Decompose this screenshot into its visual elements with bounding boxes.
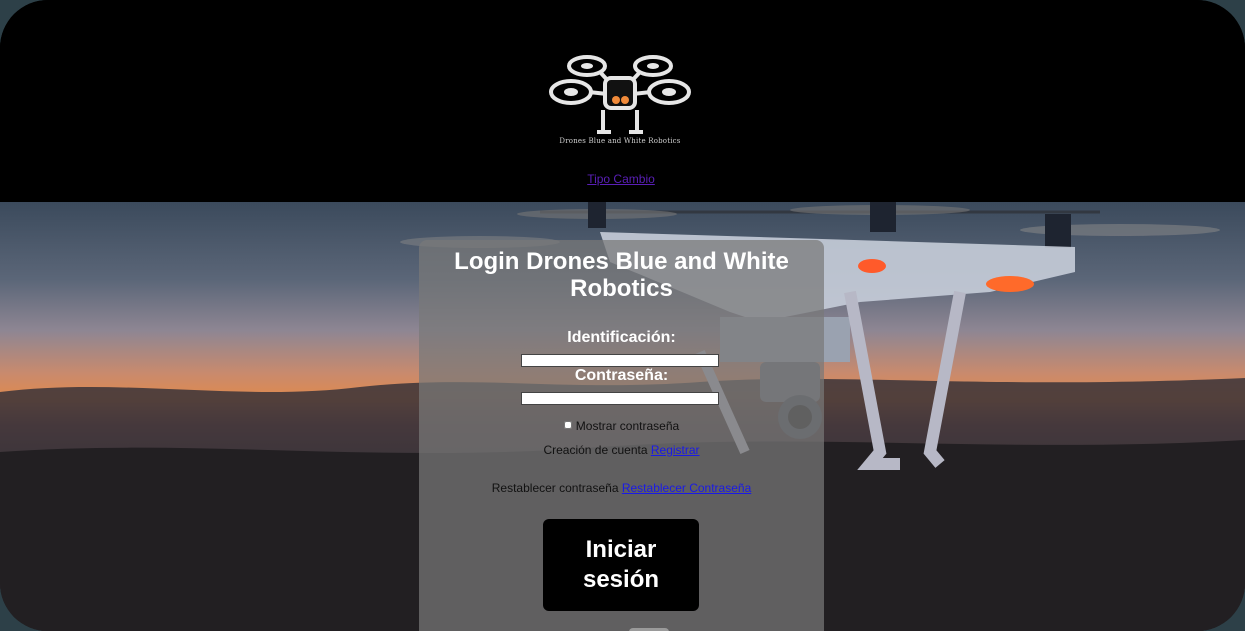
login-title: Login Drones Blue and White Robotics xyxy=(454,248,789,302)
reset-password-link[interactable]: Restablecer Contraseña xyxy=(622,481,751,495)
password-input[interactable] xyxy=(521,392,719,405)
password-label: Contraseña: xyxy=(574,367,669,384)
tipo-cambio-link[interactable]: Tipo Cambio xyxy=(0,172,1242,186)
partial-controls-icon xyxy=(629,628,669,631)
id-input[interactable] xyxy=(521,354,719,367)
register-link[interactable]: Registrar xyxy=(651,443,700,457)
create-account-row: Creación de cuenta Registrar xyxy=(419,443,824,457)
bottom-controls xyxy=(569,626,679,631)
login-panel: Login Drones Blue and White Robotics Ide… xyxy=(419,240,824,631)
reset-password-row: Restablecer contraseña Restablecer Contr… xyxy=(419,481,824,495)
header: Drones Blue and White Robotics Tipo Camb… xyxy=(0,0,1245,202)
reset-password-text: Restablecer contraseña xyxy=(491,481,619,495)
show-password-checkbox[interactable] xyxy=(563,421,572,429)
drone-logo-icon xyxy=(549,55,691,134)
page-frame: Drones Blue and White Robotics Tipo Camb… xyxy=(0,0,1245,631)
logo-text: Drones Blue and White Robotics xyxy=(559,137,681,145)
show-password-row: Mostrar contraseña xyxy=(419,419,824,433)
show-password-label: Mostrar contraseña xyxy=(575,419,680,433)
login-button[interactable]: Iniciar sesión xyxy=(543,519,699,611)
id-label: Identificación: xyxy=(567,329,676,346)
create-account-text: Creación de cuenta xyxy=(543,443,648,457)
